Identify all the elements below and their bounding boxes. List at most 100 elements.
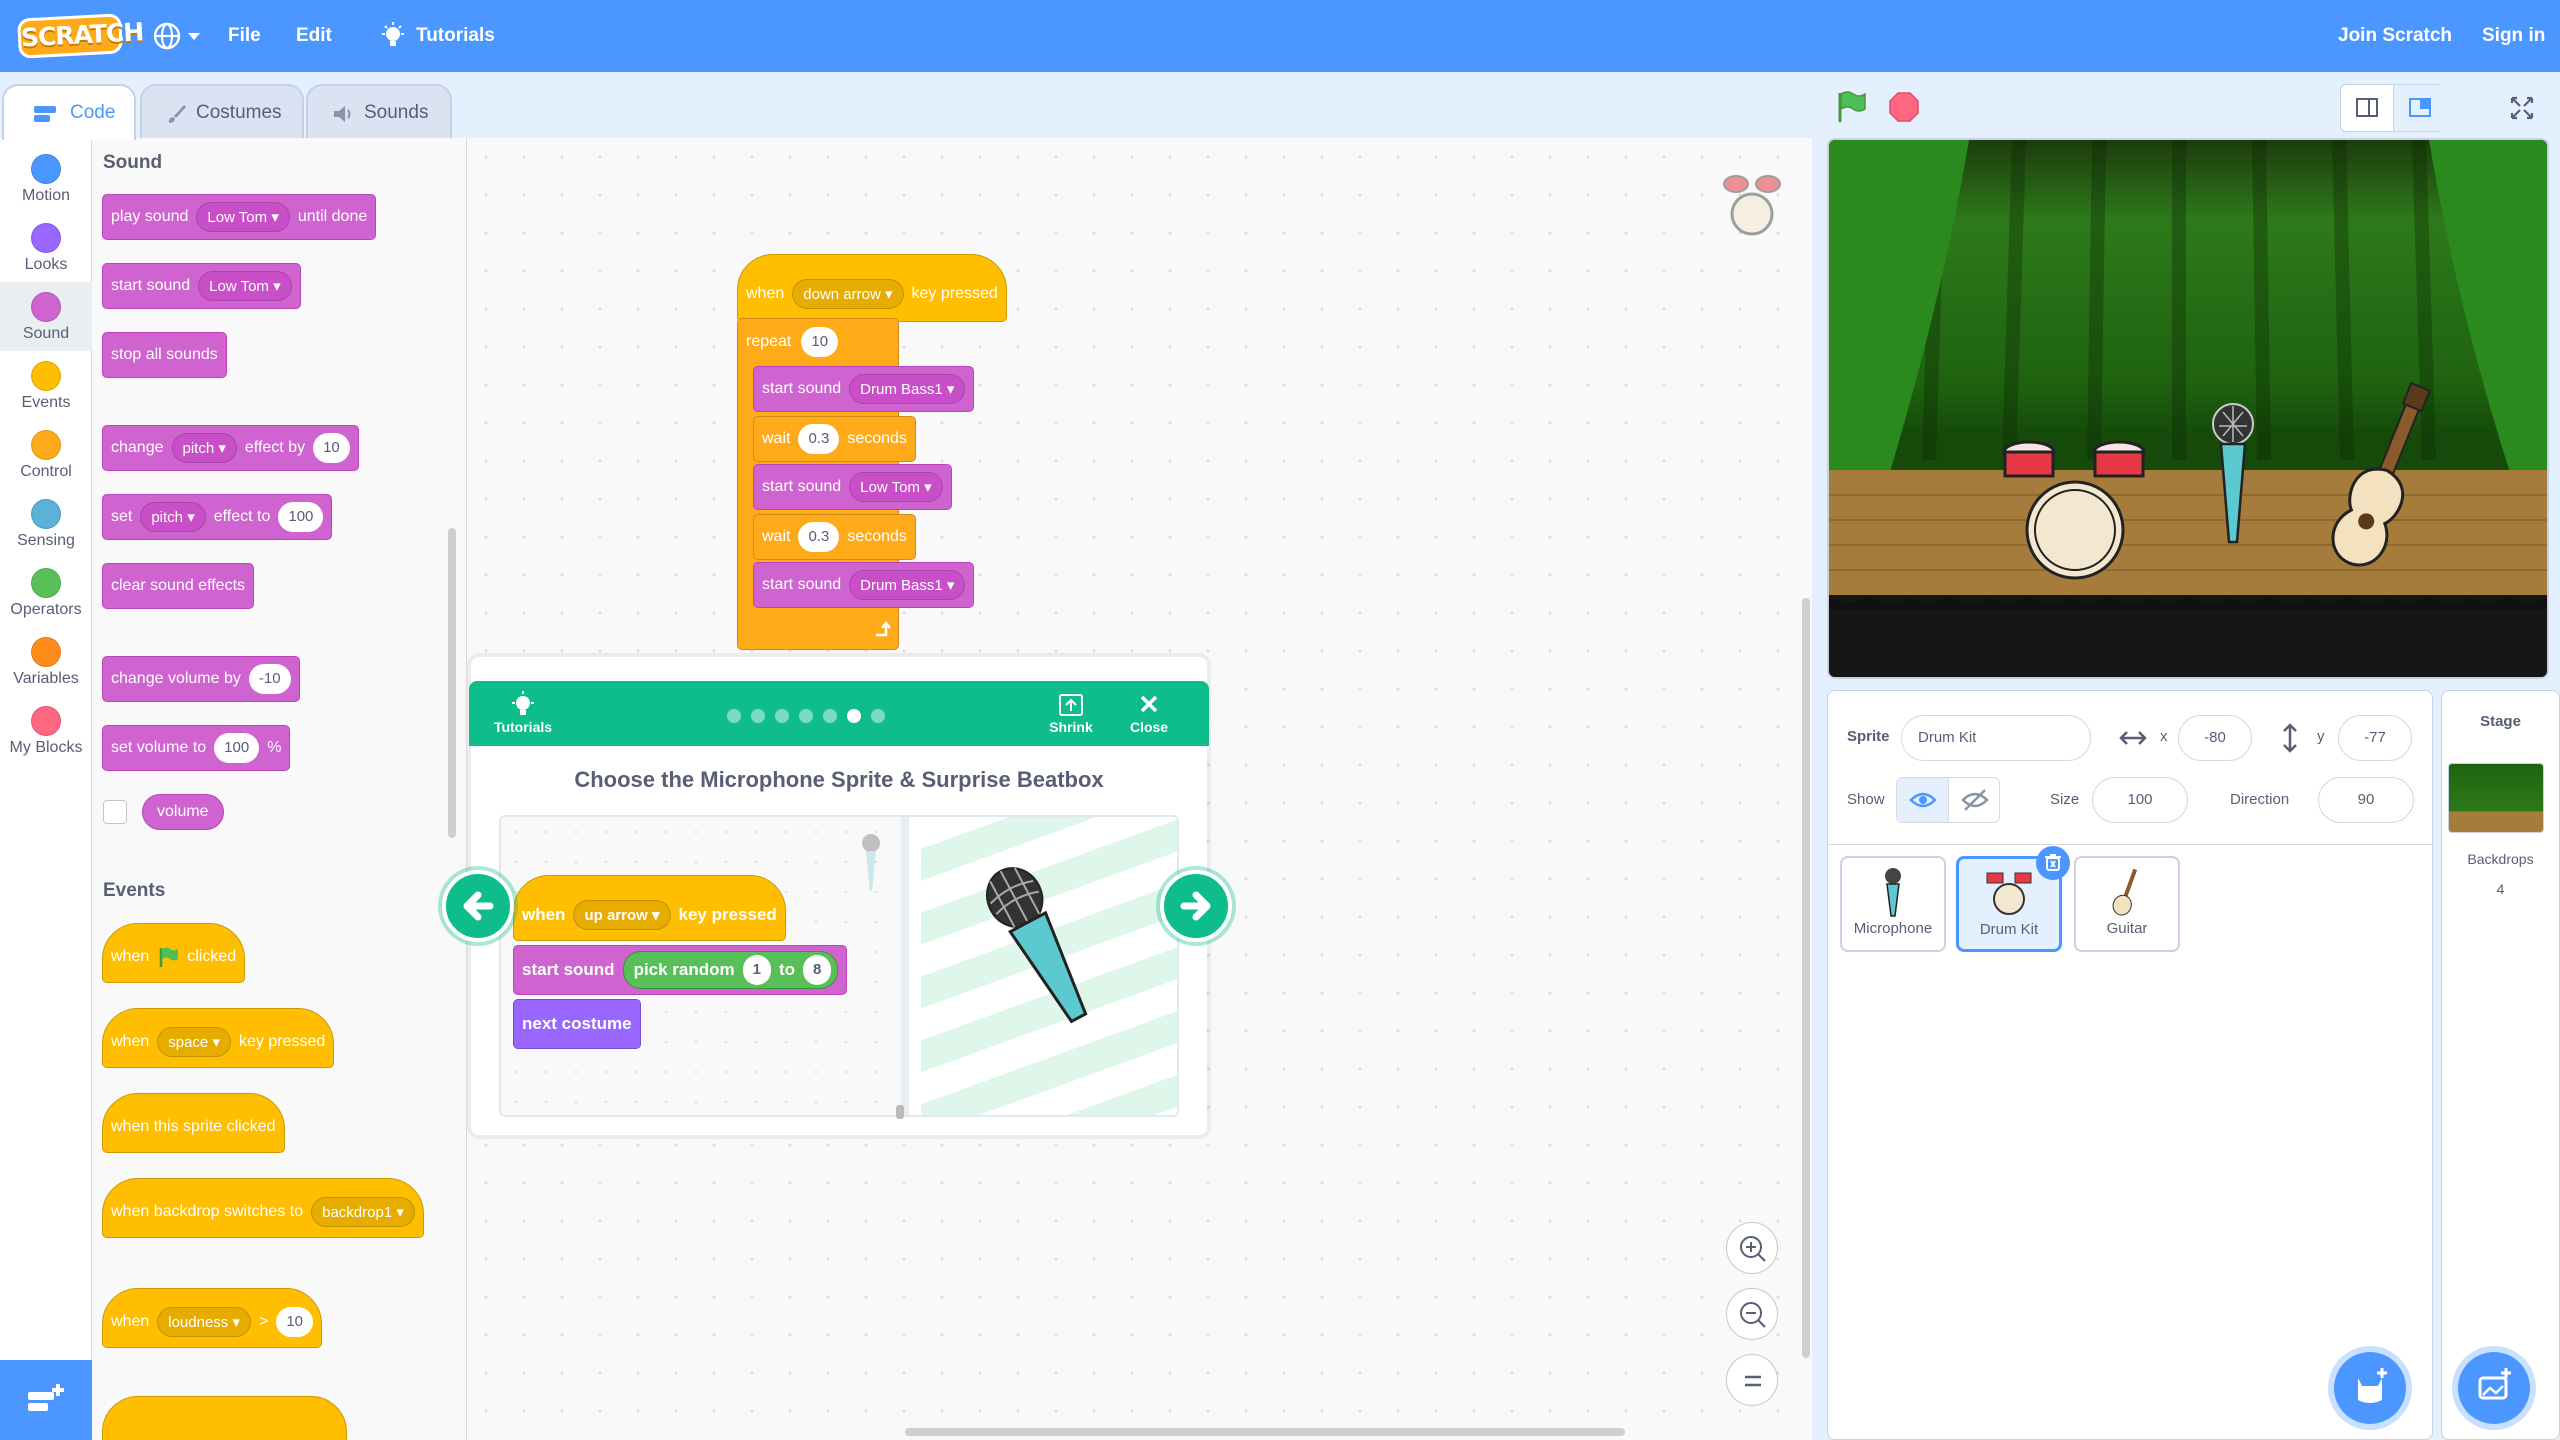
block-start-sound[interactable]: start sound Drum Bass1 ▾ — [753, 562, 975, 608]
stop-icon[interactable] — [1888, 91, 1920, 123]
delete-sprite-button[interactable] — [2036, 846, 2070, 880]
number-input[interactable]: 0.3 — [798, 522, 840, 552]
sprite-card-microphone[interactable]: Microphone — [1840, 856, 1946, 952]
stage-selector[interactable]: Stage Backdrops 4 — [2441, 690, 2560, 1440]
number-input[interactable]: 8 — [803, 955, 832, 985]
file-menu[interactable]: File — [228, 0, 261, 72]
block-start-sound[interactable]: start sound Low Tom ▾ — [102, 263, 301, 309]
number-input[interactable]: 0.3 — [798, 424, 840, 454]
zoom-in-button[interactable] — [1726, 1222, 1778, 1274]
block-when-broadcast-partial[interactable] — [102, 1396, 347, 1440]
zoom-reset-button[interactable] — [1726, 1354, 1778, 1406]
workspace-vertical-scrollbar[interactable] — [1802, 598, 1810, 1358]
block-start-sound[interactable]: start sound Low Tom ▾ — [753, 464, 952, 510]
block-when-key-pressed[interactable]: when up arrow ▾ key pressed — [513, 875, 786, 941]
category-motion[interactable]: Motion — [0, 144, 92, 213]
sound-dropdown[interactable]: Low Tom ▾ — [198, 271, 292, 301]
size-input[interactable]: 100 — [2092, 777, 2188, 823]
category-operators[interactable]: Operators — [0, 558, 92, 627]
sprite-card-guitar[interactable]: Guitar — [2074, 856, 2180, 952]
block-when-backdrop-switches[interactable]: when backdrop switches to backdrop1 ▾ — [102, 1178, 424, 1238]
block-wait[interactable]: wait 0.3 seconds — [753, 514, 916, 560]
show-sprite-button[interactable] — [1897, 778, 1949, 822]
backdrop-dropdown[interactable]: backdrop1 ▾ — [311, 1197, 415, 1227]
tutorials-button[interactable]: Tutorials — [489, 691, 557, 735]
green-flag-icon[interactable] — [1834, 90, 1868, 124]
tutorials-menu[interactable]: Tutorials — [376, 0, 495, 72]
block-wait[interactable]: wait 0.3 seconds — [753, 416, 916, 462]
choose-sprite-button[interactable] — [2334, 1352, 2406, 1424]
category-sound[interactable]: Sound — [0, 282, 92, 351]
step-dot[interactable] — [775, 709, 789, 723]
step-dot-current[interactable] — [847, 709, 861, 723]
step-dot[interactable] — [871, 709, 885, 723]
video-scroll-handle[interactable] — [896, 1105, 904, 1119]
block-change-volume[interactable]: change volume by -10 — [102, 656, 300, 702]
repeat-count-input[interactable]: 10 — [801, 327, 839, 357]
next-step-button[interactable] — [1160, 870, 1232, 942]
volume-monitor-checkbox[interactable] — [103, 800, 127, 824]
workspace-horizontal-scrollbar[interactable] — [905, 1428, 1625, 1436]
category-events[interactable]: Events — [0, 351, 92, 420]
choose-backdrop-button[interactable] — [2458, 1352, 2530, 1424]
previous-step-button[interactable] — [442, 870, 514, 942]
category-sensing[interactable]: Sensing — [0, 489, 92, 558]
block-when-loudness[interactable]: when loudness ▾ > 10 — [102, 1288, 323, 1348]
block-next-costume[interactable]: next costume — [513, 999, 641, 1049]
sprite-name-input[interactable]: Drum Kit — [1901, 715, 2091, 761]
sound-dropdown[interactable]: Low Tom ▾ — [196, 202, 290, 232]
effect-dropdown[interactable]: pitch ▾ — [171, 433, 237, 463]
sensor-dropdown[interactable]: loudness ▾ — [157, 1307, 251, 1337]
tab-code[interactable]: Code — [2, 84, 136, 140]
block-play-sound-until-done[interactable]: play sound Low Tom ▾ until done — [102, 194, 377, 240]
zoom-out-button[interactable] — [1726, 1288, 1778, 1340]
tab-costumes[interactable]: Costumes — [140, 84, 304, 140]
fullscreen-button[interactable] — [2496, 84, 2548, 132]
number-input[interactable]: 10 — [313, 433, 350, 463]
category-control[interactable]: Control — [0, 420, 92, 489]
sound-dropdown[interactable]: Drum Bass1 ▾ — [849, 570, 966, 600]
tab-sounds[interactable]: Sounds — [306, 84, 452, 140]
normal-stage-button[interactable] — [2393, 85, 2445, 131]
block-start-sound[interactable]: start sound Drum Bass1 ▾ — [753, 366, 975, 412]
block-stop-all-sounds[interactable]: stop all sounds — [102, 332, 227, 378]
step-dot[interactable] — [751, 709, 765, 723]
key-dropdown[interactable]: down arrow ▾ — [792, 279, 904, 309]
key-dropdown[interactable]: up arrow ▾ — [573, 900, 671, 930]
number-input[interactable]: 10 — [276, 1307, 314, 1337]
block-change-effect[interactable]: change pitch ▾ effect by 10 — [102, 425, 359, 471]
category-variables[interactable]: Variables — [0, 627, 92, 696]
sound-dropdown[interactable]: Drum Bass1 ▾ — [849, 374, 966, 404]
block-when-sprite-clicked[interactable]: when this sprite clicked — [102, 1093, 285, 1153]
key-dropdown[interactable]: space ▾ — [157, 1027, 231, 1057]
category-my-blocks[interactable]: My Blocks — [0, 696, 92, 765]
add-extension-button[interactable] — [0, 1360, 92, 1440]
palette-scrollbar[interactable] — [448, 528, 456, 838]
number-input[interactable]: -10 — [248, 664, 291, 694]
block-start-sound[interactable]: start sound pick random 1 to 8 — [513, 945, 848, 995]
effect-dropdown[interactable]: pitch ▾ — [140, 502, 206, 532]
join-scratch-link[interactable]: Join Scratch — [2338, 0, 2452, 72]
sign-in-link[interactable]: Sign in — [2482, 0, 2545, 72]
step-dot[interactable] — [799, 709, 813, 723]
edit-menu[interactable]: Edit — [296, 0, 332, 72]
number-input[interactable]: 100 — [278, 502, 324, 532]
hide-sprite-button[interactable] — [1949, 778, 2001, 822]
block-when-key-pressed[interactable]: when down arrow ▾ key pressed — [737, 254, 1007, 322]
x-position-input[interactable]: -80 — [2178, 715, 2252, 761]
stage-canvas[interactable] — [1827, 138, 2549, 679]
language-menu[interactable] — [152, 0, 202, 72]
pick-random-block[interactable]: pick random 1 to 8 — [622, 951, 839, 989]
small-stage-button[interactable] — [2341, 85, 2393, 131]
block-set-volume[interactable]: set volume to 100 % — [102, 725, 291, 771]
y-position-input[interactable]: -77 — [2338, 715, 2412, 761]
scratch-logo[interactable]: SCRATCH — [17, 13, 144, 59]
tutorial-video[interactable]: when up arrow ▾ key pressed start sound … — [499, 815, 1179, 1117]
number-input[interactable]: 1 — [742, 955, 771, 985]
close-button[interactable]: Close — [1121, 691, 1177, 735]
direction-input[interactable]: 90 — [2318, 777, 2414, 823]
block-set-effect[interactable]: set pitch ▾ effect to 100 — [102, 494, 333, 540]
number-input[interactable]: 100 — [214, 733, 260, 763]
block-clear-sound-effects[interactable]: clear sound effects — [102, 563, 255, 609]
block-when-flag-clicked[interactable]: when clicked — [102, 923, 246, 983]
